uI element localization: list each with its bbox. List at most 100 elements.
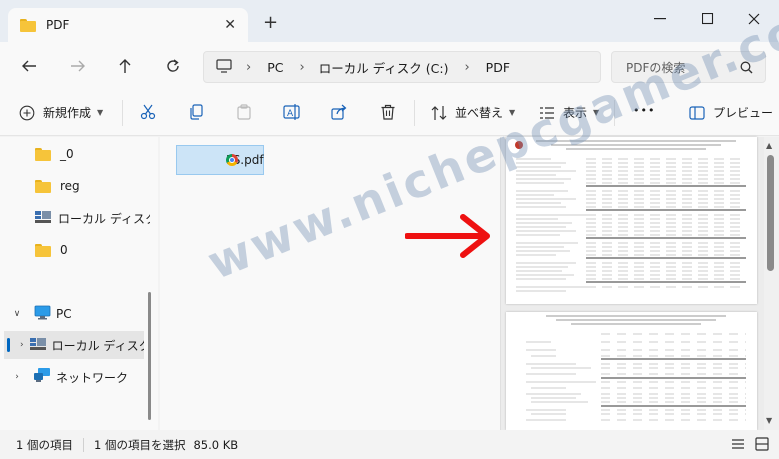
pdf-preview-page-1: [506, 137, 757, 304]
breadcrumb-pdf[interactable]: PDF: [486, 60, 510, 75]
view-button[interactable]: 表示 ▼: [539, 104, 599, 121]
tab-pdf[interactable]: PDF ✕: [8, 8, 248, 42]
search-placeholder: PDFの検索: [626, 60, 686, 75]
sidebar-item-label: ローカル ディスク (C: [58, 211, 150, 226]
forward-button[interactable]: [66, 56, 90, 76]
toolbar-divider: [122, 100, 123, 126]
paste-icon: [237, 104, 251, 120]
plus-circle-icon: [19, 105, 35, 120]
pdf-page-content: [526, 315, 746, 421]
drive-icon: [35, 210, 51, 227]
search-icon: [740, 61, 753, 77]
copy-button[interactable]: [188, 104, 204, 120]
sidebar-item-label: ネットワーク: [56, 370, 129, 385]
new-tab-button[interactable]: +: [263, 14, 278, 32]
up-button[interactable]: [113, 56, 137, 76]
forward-arrow-icon: [71, 60, 85, 72]
sidebar-item-pc[interactable]: ∨ PC: [0, 300, 150, 328]
pdf-page-content: [515, 140, 746, 292]
preview-pane-button[interactable]: プレビュー: [689, 104, 773, 121]
refresh-button[interactable]: [161, 56, 185, 76]
trash-icon: [381, 104, 395, 120]
close-button[interactable]: [734, 6, 774, 32]
more-options-button[interactable]: •••: [633, 104, 655, 117]
new-button[interactable]: 新規作成 ▼: [19, 104, 103, 121]
tab-close-icon[interactable]: ✕: [224, 17, 236, 33]
chevron-down-icon: ▼: [509, 108, 516, 117]
breadcrumb-separator: ›: [246, 59, 252, 75]
sidebar-item-folder-0[interactable]: 0: [0, 236, 150, 264]
tiles-view-button[interactable]: [755, 437, 769, 454]
pdf-preview-page-2: [506, 312, 757, 430]
sidebar-scrollbar[interactable]: [148, 292, 151, 420]
status-size: 85.0 KB: [193, 437, 239, 452]
sidebar-item-local-disk[interactable]: ローカル ディスク (C: [0, 204, 150, 232]
breadcrumb-local-disk[interactable]: ローカル ディスク (C:): [319, 58, 449, 77]
new-button-label: 新規作成: [43, 106, 92, 120]
sidebar-item-folder-reg[interactable]: reg: [0, 172, 150, 200]
address-row: › PC › ローカル ディスク (C:) › PDF PDFの検索: [0, 42, 779, 90]
network-icon: [34, 368, 51, 386]
red-arrow-icon: [405, 214, 490, 258]
sidebar-item-label: 0: [60, 243, 68, 257]
close-icon: [748, 13, 760, 25]
breadcrumb-separator: ›: [464, 59, 470, 75]
sidebar-item-label: reg: [60, 179, 80, 193]
delete-button[interactable]: [380, 104, 396, 120]
rename-button[interactable]: A: [283, 104, 301, 120]
file-item[interactable]: FS.pdf: [176, 145, 264, 175]
sidebar-item-local-disk-selected[interactable]: › ローカル ディスク: [4, 331, 144, 359]
chevron-down-icon[interactable]: ∨: [10, 309, 24, 319]
chevron-down-icon: ▼: [97, 108, 104, 117]
file-explorer-window: PDF ✕ + › PC › ローカル ディスク (C:) › PDF PDFの…: [0, 0, 779, 459]
chevron-right-icon[interactable]: ›: [10, 372, 24, 382]
sidebar-item-label: ローカル ディスク: [51, 338, 144, 353]
navigation-pane: _0 reg ローカル ディスク (C 0 ∨ PC ›: [0, 137, 158, 430]
chrome-pdf-icon: [226, 154, 238, 166]
preview-button-label: プレビュー: [713, 106, 774, 120]
sidebar-item-label: PC: [56, 307, 72, 321]
sidebar-item-label: _0: [60, 147, 74, 161]
search-input[interactable]: PDFの検索: [611, 51, 766, 83]
maximize-button[interactable]: [688, 6, 728, 32]
share-button[interactable]: [331, 104, 347, 120]
cut-button[interactable]: [140, 104, 156, 120]
preview-scrollbar[interactable]: ▲ ▼: [764, 137, 779, 430]
folder-icon: [35, 243, 51, 257]
computer-icon: [216, 58, 232, 76]
status-bar: 1 個の項目 1 個の項目を選択 85.0 KB: [0, 430, 779, 459]
sort-button[interactable]: 並べ替え ▼: [431, 104, 515, 121]
rename-icon: A: [283, 104, 300, 120]
folder-icon: [35, 147, 51, 161]
details-view-icon: [732, 439, 744, 449]
details-view-button[interactable]: [731, 438, 745, 453]
preview-pane: [500, 137, 779, 430]
maximize-icon: [702, 13, 714, 25]
paste-button[interactable]: [236, 104, 252, 120]
sidebar-item-folder-0-underscore[interactable]: _0: [0, 140, 150, 168]
toolbar-divider: [614, 100, 615, 126]
view-list-icon: [540, 106, 554, 119]
command-bar: 新規作成 ▼ A 並べ替え ▼ 表示 ▼ ••• プレビュー: [0, 90, 779, 136]
title-bar: PDF ✕ +: [0, 0, 779, 42]
sidebar-item-network[interactable]: › ネットワーク: [0, 363, 150, 391]
refresh-icon: [167, 59, 179, 72]
toolbar-divider: [414, 100, 415, 126]
drive-icon: [29, 337, 46, 354]
back-button[interactable]: [17, 56, 41, 76]
breadcrumb-pc[interactable]: PC: [267, 60, 283, 75]
address-bar[interactable]: › PC › ローカル ディスク (C:) › PDF: [203, 51, 601, 83]
scroll-down-icon[interactable]: ▼: [766, 416, 772, 425]
chevron-down-icon: ▼: [593, 108, 600, 117]
preview-pane-icon: [689, 105, 705, 120]
status-divider: [82, 437, 84, 452]
minimize-button[interactable]: [640, 6, 680, 32]
file-list: FS.pdf: [160, 137, 500, 430]
scissors-icon: [140, 104, 156, 120]
chevron-right-icon[interactable]: ›: [20, 340, 24, 350]
preview-scrollbar-thumb[interactable]: [767, 155, 774, 271]
breadcrumb-separator: ›: [299, 59, 305, 75]
tab-title: PDF: [46, 18, 70, 32]
folder-icon: [20, 18, 36, 32]
scroll-up-icon[interactable]: ▲: [766, 141, 772, 150]
